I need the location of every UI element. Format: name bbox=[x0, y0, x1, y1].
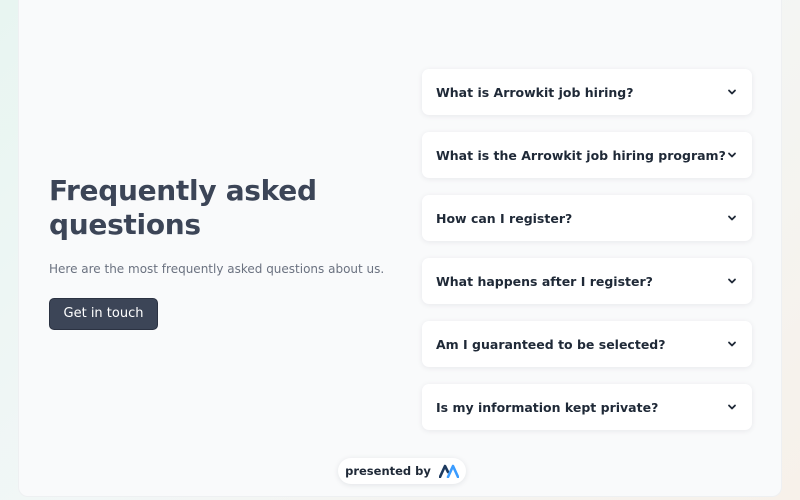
presented-by-label: presented by bbox=[345, 464, 431, 478]
faq-question: What is Arrowkit job hiring? bbox=[436, 84, 634, 100]
presented-by-badge[interactable]: presented by bbox=[338, 458, 466, 484]
faq-item-arrowkit-job-hiring[interactable]: What is Arrowkit job hiring? bbox=[422, 69, 752, 115]
page-subtitle: Here are the most frequently asked quest… bbox=[49, 262, 385, 276]
faq-item-guaranteed-selected[interactable]: Am I guaranteed to be selected? bbox=[422, 321, 752, 367]
faq-item-how-register[interactable]: How can I register? bbox=[422, 195, 752, 241]
faq-item-hiring-program[interactable]: What is the Arrowkit job hiring program? bbox=[422, 132, 752, 178]
faq-question: Is my information kept private? bbox=[436, 399, 659, 415]
chevron-down-icon bbox=[728, 404, 736, 410]
faq-item-information-private[interactable]: Is my information kept private? bbox=[422, 384, 752, 430]
faq-question: What is the Arrowkit job hiring program? bbox=[436, 147, 726, 163]
chevron-down-icon bbox=[728, 341, 736, 347]
chevron-down-icon bbox=[728, 278, 736, 284]
faq-question: How can I register? bbox=[436, 210, 573, 226]
chevron-down-icon bbox=[728, 89, 736, 95]
page-title: Frequently asked questions bbox=[49, 174, 317, 241]
chevron-down-icon bbox=[728, 152, 736, 158]
chevron-down-icon bbox=[728, 215, 736, 221]
get-in-touch-button[interactable]: Get in touch bbox=[49, 298, 158, 330]
faq-question: Am I guaranteed to be selected? bbox=[436, 336, 666, 352]
arrowkit-logo-icon bbox=[438, 464, 459, 478]
faq-list: What is Arrowkit job hiring? What is the… bbox=[422, 69, 752, 447]
faq-question: What happens after I register? bbox=[436, 273, 653, 289]
faq-card: Frequently asked questions Here are the … bbox=[18, 0, 782, 497]
faq-item-after-register[interactable]: What happens after I register? bbox=[422, 258, 752, 304]
faq-intro: Frequently asked questions Here are the … bbox=[49, 174, 385, 330]
